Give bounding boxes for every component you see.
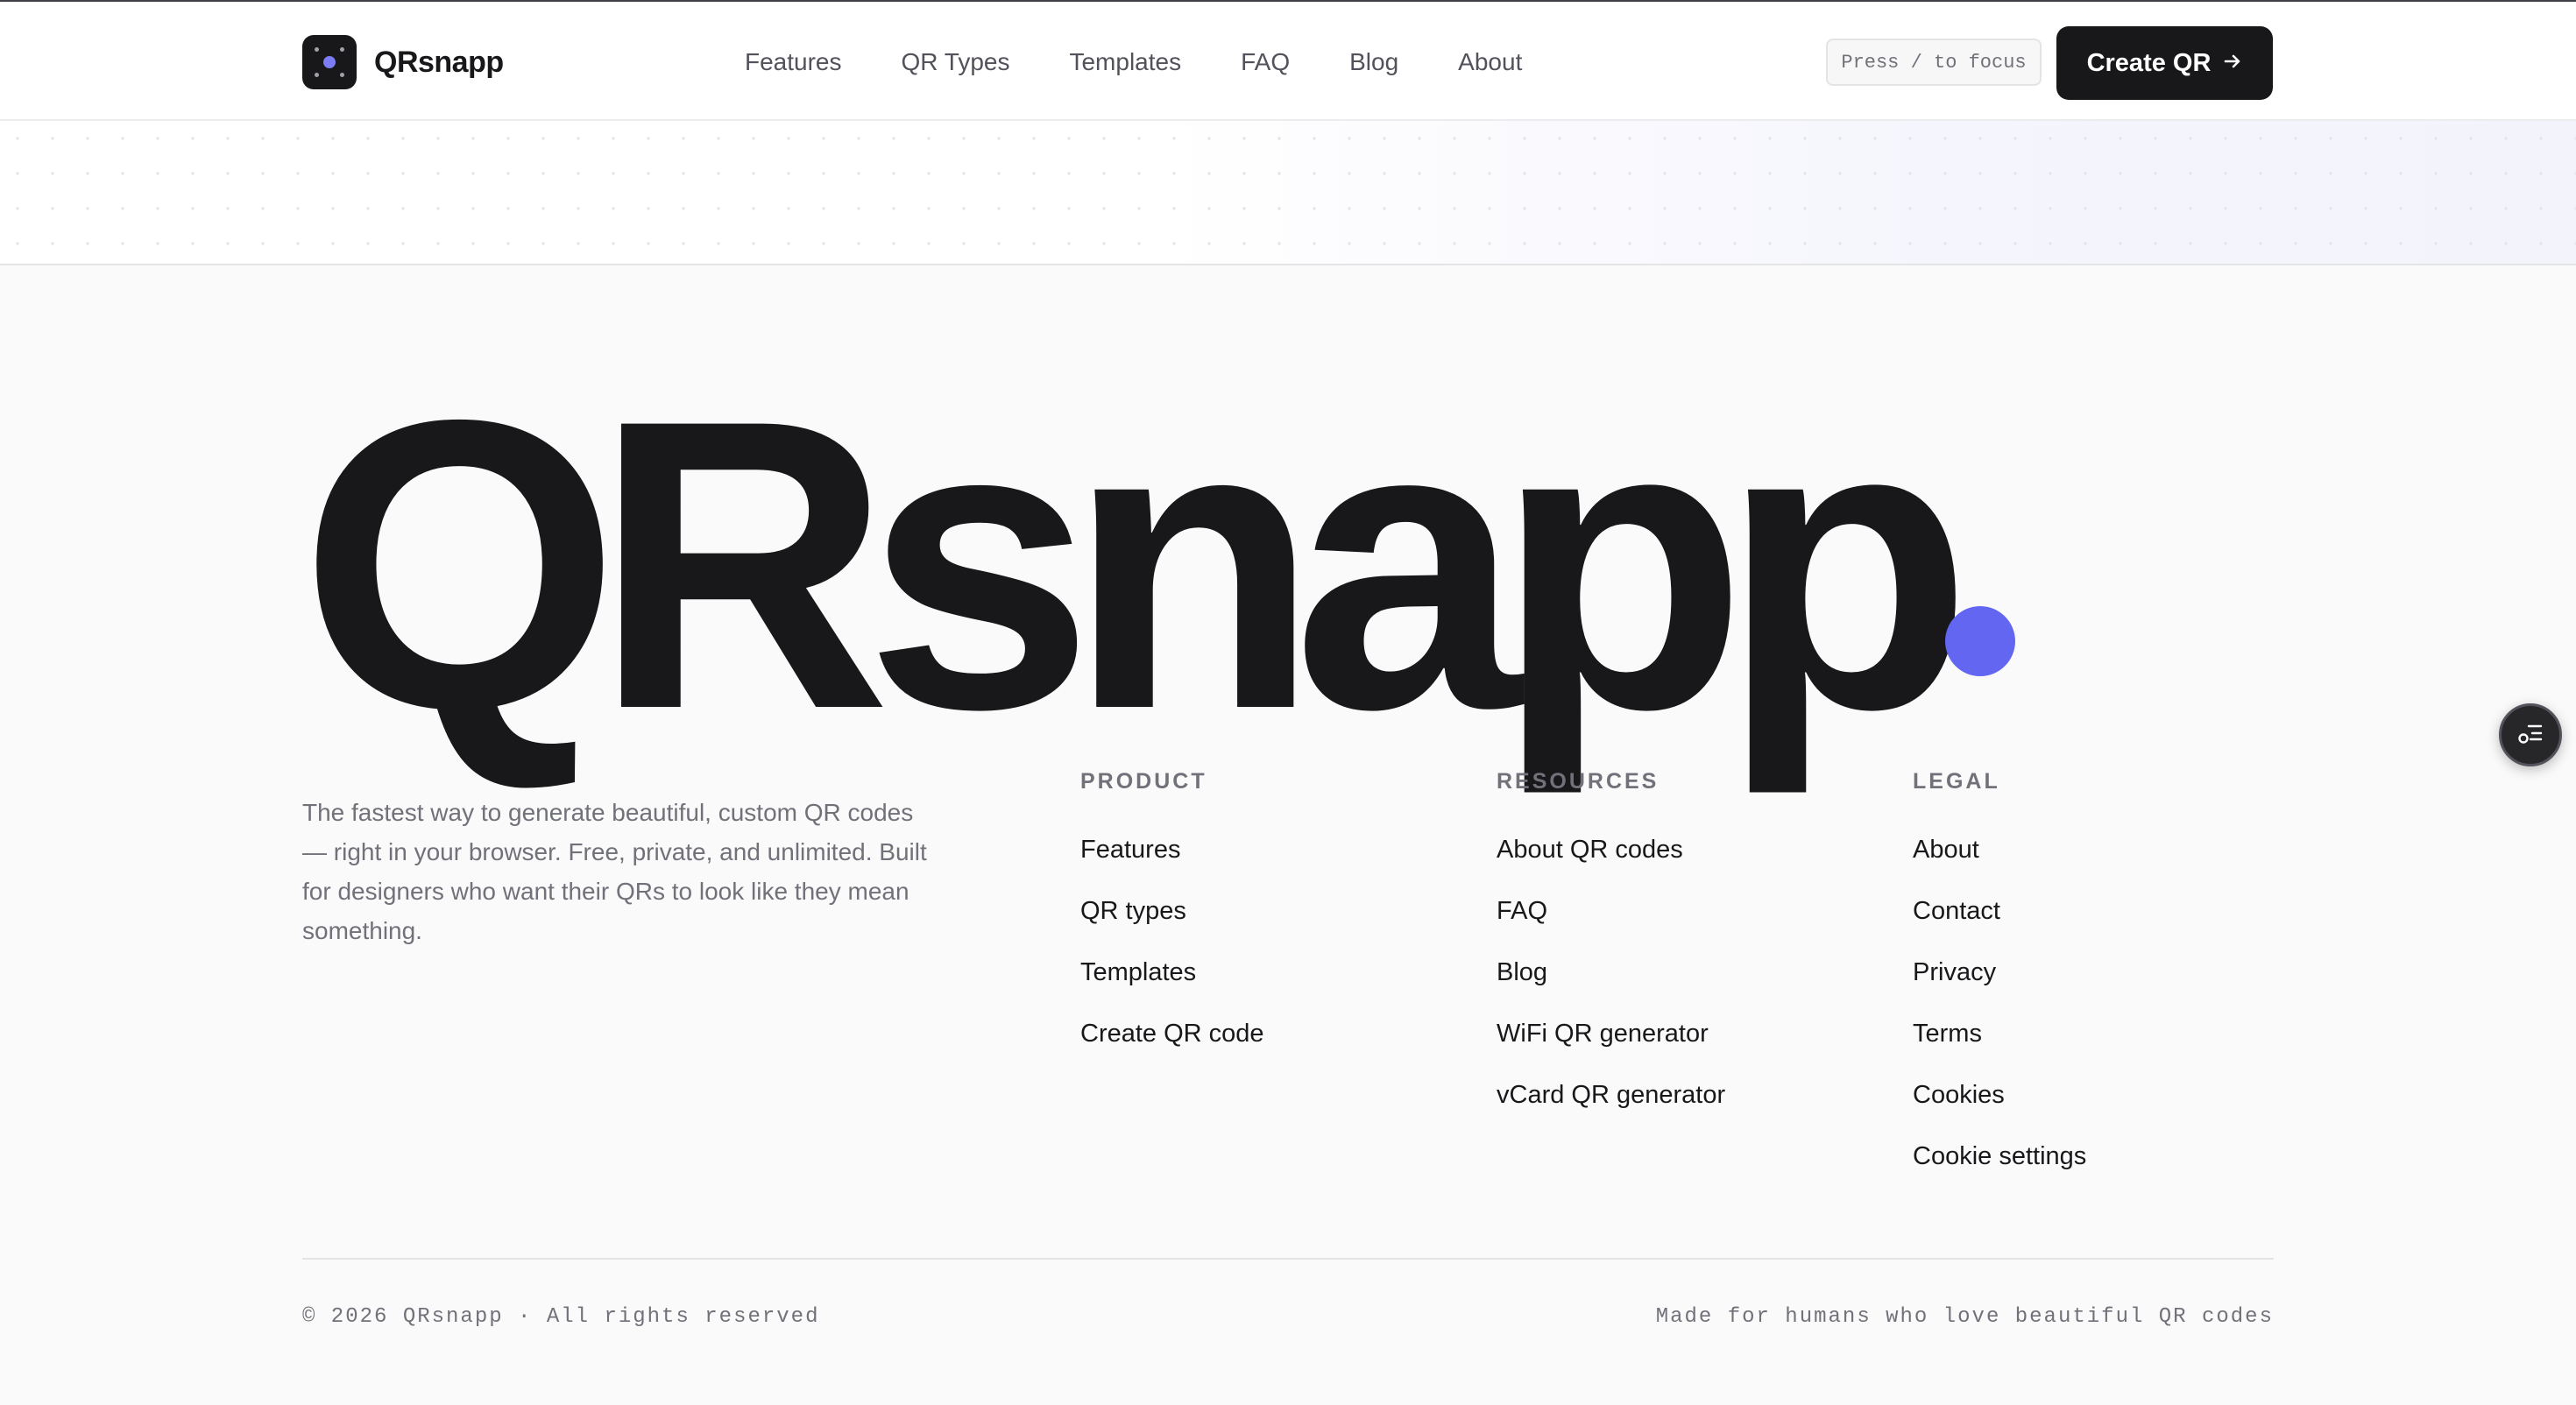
create-qr-button[interactable]: Create QR bbox=[2056, 26, 2273, 100]
nav-faq[interactable]: FAQ bbox=[1241, 48, 1290, 76]
footer-link-cookie-settings[interactable]: Cookie settings bbox=[1913, 1140, 2086, 1172]
footer-column-product: PRODUCT Features QR types Templates Crea… bbox=[1080, 769, 1264, 1049]
footer-link-about[interactable]: About bbox=[1913, 834, 2086, 865]
search-shortcut-hint[interactable]: Press / to focus bbox=[1826, 39, 2042, 86]
accent-dot bbox=[1945, 606, 2015, 676]
footer-link-wifi-qr-generator[interactable]: WiFi QR generator bbox=[1497, 1018, 1725, 1049]
brand-name: QRsnapp bbox=[374, 45, 504, 79]
footer-column-title: LEGAL bbox=[1913, 769, 2000, 794]
footer-column-title: RESOURCES bbox=[1497, 769, 1660, 794]
nav-features[interactable]: Features bbox=[745, 48, 842, 76]
footer-column-legal: LEGAL About Contact Privacy Terms Cookie… bbox=[1913, 769, 2086, 1172]
footer-link-about-qr-codes[interactable]: About QR codes bbox=[1497, 834, 1725, 865]
footer-tagline: The fastest way to generate beautiful, c… bbox=[302, 799, 927, 944]
copyright-text: © 2026 QRsnapp · All rights reserved bbox=[302, 1305, 820, 1329]
create-qr-label: Create QR bbox=[2086, 48, 2212, 77]
footer-link-blog[interactable]: Blog bbox=[1497, 957, 1725, 988]
footer-link-qr-types[interactable]: QR types bbox=[1080, 895, 1264, 927]
footer-link-privacy[interactable]: Privacy bbox=[1913, 957, 2086, 988]
footer-column-resources: RESOURCES About QR codes FAQ Blog WiFi Q… bbox=[1497, 769, 1725, 1111]
cookie-preferences-button[interactable] bbox=[2499, 703, 2562, 766]
brand-logo-link[interactable]: QRsnapp bbox=[302, 35, 504, 89]
footer-divider bbox=[302, 1258, 2274, 1260]
footer-link-create-qr-code[interactable]: Create QR code bbox=[1080, 1018, 1264, 1049]
footer-link-vcard-qr-generator[interactable]: vCard QR generator bbox=[1497, 1079, 1725, 1111]
footer-link-contact[interactable]: Contact bbox=[1913, 895, 2086, 927]
footer-link-faq[interactable]: FAQ bbox=[1497, 895, 1725, 927]
hero-background-strip bbox=[0, 121, 2576, 265]
site-header: QRsnapp Features QR Types Templates FAQ … bbox=[0, 0, 2576, 121]
footer-wordmark: QRsnapp bbox=[300, 335, 1972, 794]
footer-link-features[interactable]: Features bbox=[1080, 834, 1264, 865]
nav-templates[interactable]: Templates bbox=[1069, 48, 1181, 76]
main-nav: Features QR Types Templates FAQ Blog Abo… bbox=[745, 40, 1582, 84]
footer-link-cookies[interactable]: Cookies bbox=[1913, 1079, 2086, 1111]
nav-about[interactable]: About bbox=[1458, 48, 1522, 76]
arrow-right-icon bbox=[2223, 48, 2242, 78]
nav-blog[interactable]: Blog bbox=[1349, 48, 1398, 76]
footer-link-templates[interactable]: Templates bbox=[1080, 957, 1264, 988]
cookie-preferences-icon bbox=[2515, 717, 2546, 753]
nav-qr-types[interactable]: QR Types bbox=[902, 48, 1010, 76]
footer-link-terms[interactable]: Terms bbox=[1913, 1018, 2086, 1049]
footer-column-title: PRODUCT bbox=[1080, 769, 1207, 794]
made-for-text: Made for humans who love beautiful QR co… bbox=[1655, 1305, 2274, 1329]
qr-dot-logo-icon bbox=[302, 35, 357, 89]
